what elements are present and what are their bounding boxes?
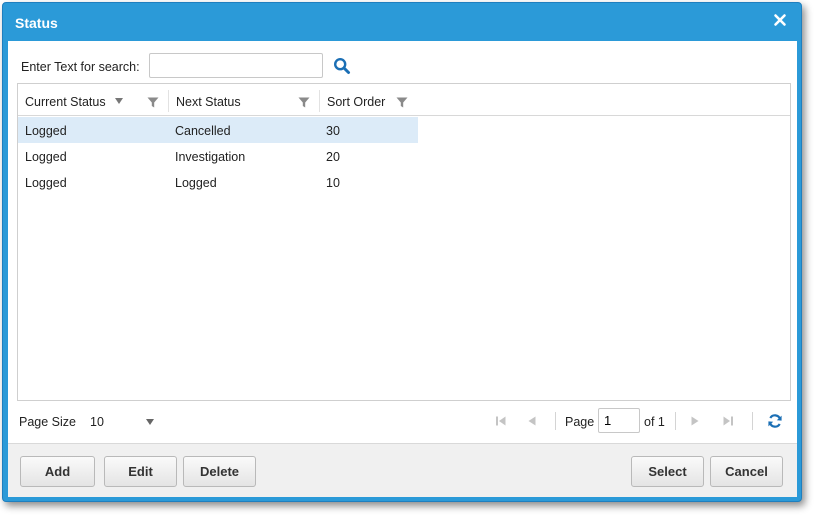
last-page-icon[interactable] [721,414,735,428]
grid-header: Current Status Next Status Sort Order [18,84,790,116]
dialog-footer: Add Edit Delete Select Cancel [8,443,797,497]
page-label: Page [565,415,595,429]
column-label: Sort Order [327,95,386,109]
cell-current-status: Logged [25,150,67,164]
cell-sort-order: 20 [326,150,340,164]
column-header-current-status[interactable]: Current Status [18,84,168,116]
column-label: Next Status [176,95,241,109]
filter-icon[interactable] [298,96,310,108]
dialog-title: Status [15,15,58,31]
page-size-value: 10 [90,415,104,429]
cell-next-status: Investigation [175,150,246,164]
cancel-button[interactable]: Cancel [710,456,783,487]
page-number-input[interactable] [598,408,640,433]
cell-current-status: Logged [25,176,67,190]
page-size-select[interactable]: 10 [86,409,158,433]
chevron-down-icon[interactable] [146,419,154,425]
grid-pager: Page Size 10 Page of 1 [8,403,797,441]
prev-page-icon[interactable] [525,414,539,428]
filter-icon[interactable] [147,96,159,108]
filter-icon[interactable] [396,96,408,108]
table-row[interactable]: Logged Cancelled 30 [18,117,418,143]
search-icon[interactable] [333,57,351,75]
table-row[interactable]: Logged Logged 10 [18,169,418,195]
cell-current-status: Logged [25,124,67,138]
column-label: Current Status [25,95,106,109]
dialog-body: Enter Text for search: Current Status Ne… [8,41,797,497]
cell-sort-order: 30 [326,124,340,138]
search-input[interactable] [149,53,323,78]
pager-divider [675,412,676,430]
search-label: Enter Text for search: [21,60,140,74]
table-row[interactable]: Logged Investigation 20 [18,143,418,169]
select-button[interactable]: Select [631,456,704,487]
column-header-sort-order[interactable]: Sort Order [320,84,420,116]
close-icon[interactable] [772,12,788,28]
sort-desc-icon[interactable] [115,98,123,104]
refresh-icon[interactable] [767,413,783,429]
delete-button[interactable]: Delete [183,456,256,487]
dialog-titlebar[interactable]: Status [3,3,801,41]
column-header-next-status[interactable]: Next Status [169,84,319,116]
pager-divider [752,412,753,430]
first-page-icon[interactable] [494,414,508,428]
page-size-label: Page Size [19,415,76,429]
cell-sort-order: 10 [326,176,340,190]
add-button[interactable]: Add [20,456,95,487]
status-grid: Current Status Next Status Sort Order Lo… [17,83,791,401]
next-page-icon[interactable] [688,414,702,428]
cell-next-status: Cancelled [175,124,231,138]
page-count-label: of 1 [644,415,665,429]
pager-divider [555,412,556,430]
cell-next-status: Logged [175,176,217,190]
edit-button[interactable]: Edit [104,456,177,487]
status-dialog: Status Enter Text for search: Current St… [2,2,802,502]
